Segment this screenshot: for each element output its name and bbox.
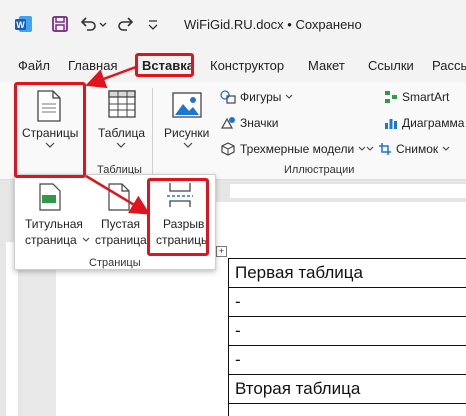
shapes-icon bbox=[220, 90, 236, 104]
3d-models-label: Трехмерные модели bbox=[240, 142, 355, 156]
table-cell[interactable]: - bbox=[228, 345, 466, 375]
cover-page-label: Титульная bbox=[25, 217, 83, 231]
table-cell[interactable]: - bbox=[228, 403, 466, 416]
table-cell[interactable]: - bbox=[228, 316, 466, 346]
smartart-label: SmartArt bbox=[402, 90, 450, 104]
word-window: W WiFiGid.RU.docx • Сохранено Файл Главн… bbox=[0, 0, 466, 416]
icons-icon bbox=[220, 117, 235, 129]
ribbon-tabs: Файл Главная Вставка Конструктор Макет С… bbox=[0, 46, 466, 82]
table-icon bbox=[108, 90, 136, 118]
3d-models-button[interactable]: Трехмерные модели bbox=[220, 142, 366, 156]
table-cell[interactable]: Вторая таблица bbox=[228, 374, 466, 404]
chevron-down-icon bbox=[366, 146, 374, 151]
chart-button[interactable]: Диаграмма bbox=[384, 116, 464, 130]
word-icon[interactable]: W bbox=[14, 14, 34, 34]
pages-group-label: Страницы bbox=[89, 257, 141, 269]
tab-home[interactable]: Главная bbox=[68, 58, 117, 73]
table-button[interactable]: Таблица bbox=[92, 84, 150, 160]
picture-icon bbox=[172, 92, 202, 118]
tab-references[interactable]: Ссылки bbox=[368, 58, 414, 73]
highlight-pages-button bbox=[14, 82, 86, 178]
table-row[interactable]: - bbox=[228, 316, 466, 346]
blank-page-label: Пустая bbox=[101, 217, 141, 231]
cover-page-label-line2: страница bbox=[25, 233, 77, 247]
illustrations-group-label: Иллюстрации bbox=[284, 164, 355, 176]
undo-dropdown-icon[interactable] bbox=[98, 14, 108, 34]
document-title: WiFiGid.RU.docx • Сохранено bbox=[184, 17, 362, 32]
table-row[interactable]: Первая таблица bbox=[228, 258, 466, 288]
screenshot-icon bbox=[379, 143, 391, 155]
chart-label: Диаграмма bbox=[402, 116, 465, 130]
cube-icon bbox=[221, 142, 235, 156]
shapes-button[interactable]: Фигуры bbox=[220, 90, 293, 104]
highlight-insert-tab bbox=[135, 53, 194, 77]
chevron-down-icon bbox=[442, 146, 450, 151]
tab-file[interactable]: Файл bbox=[18, 58, 50, 73]
pictures-button[interactable]: Рисунки bbox=[160, 84, 216, 160]
chart-icon bbox=[385, 119, 397, 129]
title-bar: W WiFiGid.RU.docx • Сохранено bbox=[0, 0, 466, 46]
pictures-label: Рисунки bbox=[164, 126, 210, 140]
customize-toolbar-icon[interactable] bbox=[146, 14, 160, 34]
table-cell[interactable]: Первая таблица bbox=[228, 258, 466, 288]
blank-page-label-line2: страница bbox=[95, 233, 147, 247]
highlight-page-break bbox=[147, 178, 209, 256]
chevron-down-icon bbox=[285, 94, 293, 99]
ruler-active-area bbox=[230, 184, 466, 198]
table-row[interactable]: - bbox=[228, 287, 466, 317]
document-table[interactable]: Первая таблица - - - Вторая таблица - bbox=[228, 258, 466, 416]
table-row[interactable]: Вторая таблица bbox=[228, 374, 466, 404]
table-cell[interactable]: - bbox=[228, 287, 466, 317]
svg-text:W: W bbox=[16, 20, 25, 30]
chevron-down-icon bbox=[183, 142, 193, 148]
tab-design[interactable]: Конструктор bbox=[210, 58, 284, 73]
blank-page-button[interactable]: Пустая страница bbox=[91, 179, 149, 253]
blank-page-icon bbox=[108, 183, 130, 211]
table-move-handle[interactable]: + bbox=[216, 246, 227, 257]
group-divider bbox=[152, 88, 153, 174]
tab-layout[interactable]: Макет bbox=[308, 58, 345, 73]
redo-icon[interactable] bbox=[116, 14, 136, 34]
table-row[interactable]: - bbox=[228, 345, 466, 375]
undo-icon[interactable] bbox=[78, 14, 98, 34]
smartart-button[interactable]: SmartArt bbox=[384, 90, 449, 104]
smartart-icon bbox=[385, 91, 397, 103]
icons-button[interactable]: Значки bbox=[220, 116, 279, 130]
save-icon[interactable] bbox=[50, 14, 70, 34]
table-row[interactable]: - bbox=[228, 403, 466, 416]
cover-page-button[interactable]: Титульная страница bbox=[19, 179, 90, 253]
screenshot-button[interactable]: Снимок bbox=[366, 142, 450, 156]
shapes-label: Фигуры bbox=[240, 90, 282, 104]
tab-mailings[interactable]: Рассы bbox=[432, 58, 466, 73]
icons-label: Значки bbox=[240, 116, 279, 130]
chevron-down-icon bbox=[116, 142, 126, 148]
cover-page-icon bbox=[39, 183, 61, 211]
table-label: Таблица bbox=[98, 126, 146, 140]
screenshot-label: Снимок bbox=[396, 142, 439, 156]
chevron-down-icon bbox=[82, 237, 90, 242]
